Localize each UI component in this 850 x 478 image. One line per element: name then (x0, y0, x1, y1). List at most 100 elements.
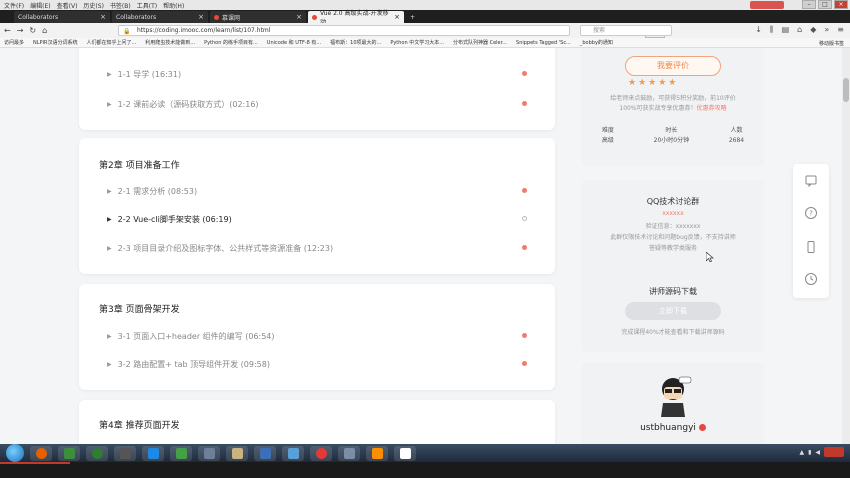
bookmark-item[interactable]: 访问最多 (4, 39, 24, 46)
rating-stars[interactable]: ★★★★★ (628, 78, 678, 88)
search-input[interactable]: 搜索 (580, 25, 672, 36)
url-text: https://coding.imooc.com/learn/list/107.… (137, 27, 271, 34)
lesson-item[interactable]: ▶ 3-1 页面入口+header 组件的编写 (06:54) (107, 331, 275, 342)
tab-collaborators-2[interactable]: Collaborators × (112, 11, 208, 23)
menu-history[interactable]: 历史(S) (83, 1, 104, 10)
reload-icon[interactable]: ↻ (29, 26, 36, 35)
taskbar-app[interactable] (366, 445, 388, 461)
new-tab-button[interactable]: + (406, 11, 420, 23)
bookmark-item[interactable]: 人们都在知乎上问了... (87, 39, 137, 46)
author-name[interactable]: ustbhuangyi (582, 423, 764, 433)
menu-bookmarks[interactable]: 书签(B) (110, 1, 131, 10)
library-icon[interactable]: ⫼ (770, 25, 774, 35)
bookmark-item[interactable]: 分布式队列神器 Celer... (453, 39, 507, 46)
network-icon[interactable]: ▮ (808, 449, 811, 456)
taskbar-app[interactable] (282, 445, 304, 461)
lesson-item-current[interactable]: ▶ 2-2 Vue-cli脚手架安装 (06:19) (107, 214, 232, 225)
bookmark-item[interactable]: Unicode 和 UTF-8 有... (267, 39, 321, 46)
menu-view[interactable]: 查看(V) (57, 1, 78, 10)
chapter-card-3: 第3章 页面骨架开发 ▶ 3-1 页面入口+header 组件的编写 (06:5… (79, 284, 555, 390)
toolbar-icons: ↓ ⫼ ▤ ⌂ ◆ » ≡ (755, 25, 844, 35)
chapter-title: 第3章 页面骨架开发 (99, 305, 180, 315)
home-shortcut-icon[interactable]: ⌂ (797, 25, 802, 35)
home-icon[interactable]: ⌂ (42, 26, 47, 35)
menu-file[interactable]: 文件(F) (4, 1, 24, 10)
download-button[interactable]: 立即下载 (625, 302, 721, 320)
taskbar-app[interactable] (394, 445, 416, 461)
sidebar-icon[interactable]: ▤ (782, 25, 790, 35)
taskbar-app[interactable] (198, 445, 220, 461)
menu-hamburger-icon[interactable]: ≡ (837, 25, 844, 35)
bookmark-item[interactable]: NLPIR汉语分词系统 (33, 39, 78, 46)
coupon-link[interactable]: 优惠券攻略 (697, 105, 727, 112)
lesson-item[interactable]: ▶ 1-1 导学 (16:31) (107, 69, 181, 80)
close-window-button[interactable]: × (834, 0, 848, 9)
close-tab-icon[interactable]: × (394, 13, 400, 21)
maximize-button[interactable]: □ (818, 0, 832, 9)
minimize-button[interactable]: – (802, 0, 816, 9)
taskbar-app[interactable] (114, 445, 136, 461)
play-icon: ▶ (107, 216, 112, 223)
download-title: 讲师源码下载 (649, 287, 697, 296)
bookmark-item[interactable]: Python 的练手项目有... (204, 39, 258, 46)
comment-icon[interactable] (804, 174, 818, 188)
app-icon (63, 447, 75, 459)
lesson-item[interactable]: ▶ 2-1 需求分析 (08:53) (107, 186, 197, 197)
play-icon: ▶ (107, 101, 112, 108)
mobile-bookmarks[interactable]: 移动版书签 (819, 40, 844, 47)
menu-tools[interactable]: 工具(T) (137, 1, 157, 10)
back-arrow-icon[interactable]: ← (4, 26, 11, 35)
lesson-item[interactable]: ▶ 1-2 课前必读（源码获取方式）(02:16) (107, 99, 259, 110)
page-scrollbar[interactable] (842, 48, 850, 444)
taskbar-app[interactable] (226, 445, 248, 461)
extension-icon[interactable]: ◆ (810, 25, 816, 35)
mouse-cursor-icon (706, 252, 714, 262)
taskbar-app[interactable] (254, 445, 276, 461)
taskbar-app[interactable] (58, 445, 80, 461)
screen: 文件(F) 编辑(E) 查看(V) 历史(S) 书签(B) 工具(T) 帮助(H… (0, 0, 850, 478)
taskbar-chrome[interactable] (310, 445, 332, 461)
start-button-icon[interactable] (6, 444, 24, 462)
close-tab-icon[interactable]: × (100, 13, 106, 21)
download-note: 完成课程40%才能查看和下载讲师源码 (621, 329, 725, 336)
recording-indicator (750, 1, 784, 9)
tray-icon[interactable]: ▲ (799, 449, 804, 456)
menu-help[interactable]: 帮助(H) (163, 1, 184, 10)
download-icon[interactable]: ↓ (755, 25, 762, 35)
close-tab-icon[interactable]: × (296, 13, 302, 21)
overflow-icon[interactable]: » (824, 25, 829, 35)
tray-app-icon[interactable] (824, 447, 844, 457)
evaluate-button[interactable]: 我要评价 (625, 56, 721, 76)
bookmark-item[interactable]: Snippets Tagged 'Sc... (516, 40, 571, 46)
bottom-strip (0, 462, 850, 478)
taskbar-app[interactable] (142, 445, 164, 461)
taskbar-app[interactable] (86, 445, 108, 461)
lesson-item[interactable]: ▶ 2-3 项目目录介绍及图标字体、公共样式等资源准备 (12:23) (107, 243, 333, 254)
author-avatar[interactable] (653, 373, 693, 417)
window-controls: – □ × (802, 0, 848, 9)
bookmark-item[interactable]: 福布斯：10项最大的... (330, 39, 381, 46)
taskbar-app[interactable] (338, 445, 360, 461)
tab-vue-course[interactable]: Vue 2.0 高级实战-开发移动... × (308, 10, 404, 26)
scrollbar-thumb[interactable] (843, 78, 849, 102)
tab-label: 慕课网 (222, 14, 241, 22)
progress-dot (522, 245, 527, 250)
tab-collaborators-1[interactable]: Collaborators × (14, 11, 110, 23)
imooc-favicon-icon (214, 14, 219, 20)
forward-arrow-icon[interactable]: → (17, 26, 24, 35)
taskbar-app[interactable] (170, 445, 192, 461)
mobile-icon[interactable] (804, 240, 818, 254)
bookmark-item[interactable]: 利用爬虫技术能做到... (145, 39, 195, 46)
lesson-item[interactable]: ▶ 3-2 路由配置+ tab 顶导组件开发 (09:58) (107, 359, 270, 370)
tab-imooc[interactable]: 慕课网 × (210, 11, 306, 23)
bookmark-item[interactable]: _bobby的通知 (580, 39, 613, 46)
clock-icon[interactable] (804, 272, 818, 286)
volume-icon[interactable]: ◀ (815, 449, 820, 456)
menu-edit[interactable]: 编辑(E) (30, 1, 50, 10)
url-bar[interactable]: 🔒 https://coding.imooc.com/learn/list/10… (118, 25, 666, 38)
help-icon[interactable]: ? (804, 206, 818, 220)
bookmark-item[interactable]: Python 中文学习大本... (390, 39, 444, 46)
close-tab-icon[interactable]: × (198, 13, 204, 21)
svg-text:?: ? (809, 210, 813, 218)
taskbar-firefox[interactable] (30, 445, 52, 461)
